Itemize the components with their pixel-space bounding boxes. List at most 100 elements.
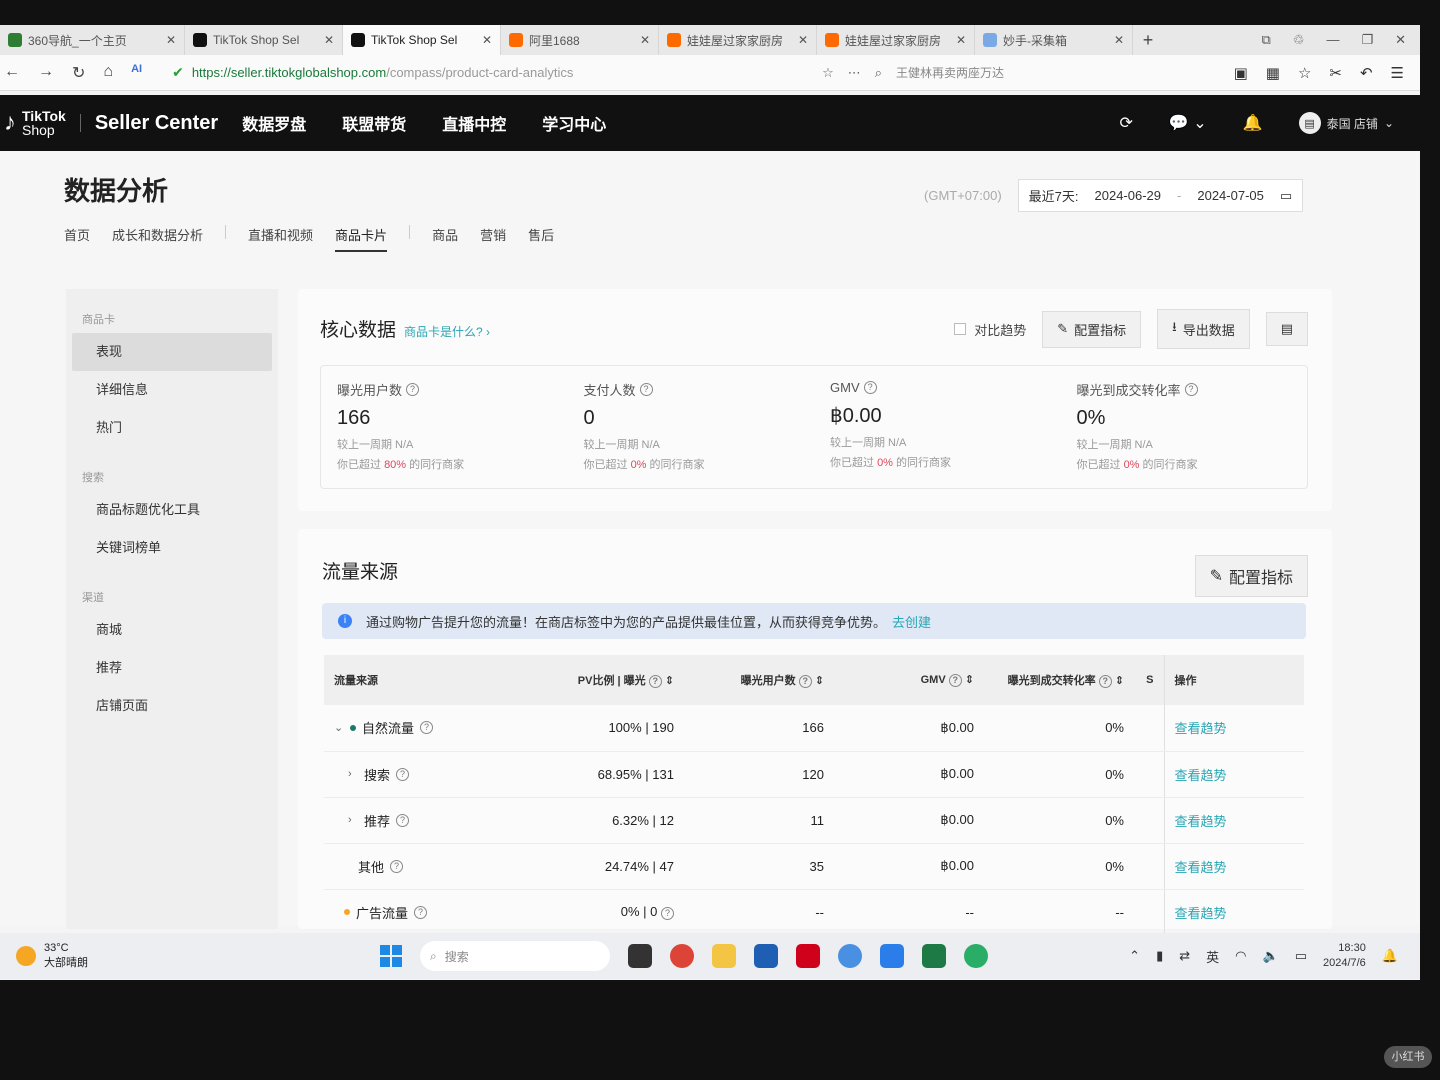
app-icon[interactable]: [880, 944, 904, 968]
source-name[interactable]: › 搜索?: [348, 765, 410, 784]
excel-icon[interactable]: [922, 944, 946, 968]
metric-conversion-rate[interactable]: 曝光到成交转化率? 0% 较上一周期 N/A 你已超过 0% 的同行商家: [1061, 366, 1308, 488]
col-gmv[interactable]: GMV ? ⇕: [834, 655, 984, 705]
minimize-icon[interactable]: —: [1326, 32, 1339, 48]
new-tab-button[interactable]: +: [1133, 30, 1163, 51]
subnav-product[interactable]: 商品: [432, 225, 458, 252]
sort-icon[interactable]: ⇕: [1115, 675, 1124, 687]
question-icon[interactable]: ?: [406, 383, 420, 396]
col-cvr[interactable]: 曝光到成交转化率 ? ⇕: [984, 655, 1134, 705]
subnav-marketing[interactable]: 营销: [480, 225, 506, 252]
browser-tab[interactable]: TikTok Shop Sel ✕: [185, 25, 343, 55]
question-icon[interactable]: ?: [639, 383, 653, 396]
seller-center-title[interactable]: Seller Center: [95, 112, 218, 135]
tray-app-icon[interactable]: ▮: [1156, 948, 1163, 964]
browser-tab[interactable]: 娃娃屋过家家厨房 ✕: [659, 25, 817, 55]
col-users[interactable]: 曝光用户数 ? ⇕: [684, 655, 834, 705]
browser-tab[interactable]: 阿里1688 ✕: [501, 25, 659, 55]
cut-icon[interactable]: ✂: [1329, 64, 1342, 82]
url-field[interactable]: ✔ https://seller.tiktokglobalshop.com/co…: [172, 64, 792, 81]
compare-trend-checkbox[interactable]: 对比趋势: [954, 320, 1026, 339]
view-trend-link[interactable]: 查看趋势: [1163, 797, 1304, 844]
wifi-icon[interactable]: ◠: [1235, 948, 1246, 964]
undo-icon[interactable]: ↶: [1360, 64, 1373, 82]
notification-bell-icon[interactable]: 🔔: [1382, 948, 1398, 964]
close-tab-icon[interactable]: ✕: [798, 33, 808, 47]
close-window-icon[interactable]: ✕: [1395, 32, 1406, 48]
clock[interactable]: 18:30 2024/7/6: [1323, 941, 1366, 971]
expand-icon[interactable]: ⌄: [334, 721, 344, 734]
date-range-picker[interactable]: 最近7天: 2024-06-29 - 2024-07-05 ▭: [1017, 179, 1304, 212]
ime-indicator[interactable]: 英: [1206, 947, 1219, 966]
taskbar-search[interactable]: ⌕ 搜索: [420, 941, 610, 971]
close-tab-icon[interactable]: ✕: [1114, 33, 1124, 47]
view-trend-link[interactable]: 查看趋势: [1163, 705, 1304, 752]
bell-icon[interactable]: 🔔: [1243, 113, 1263, 133]
sort-icon[interactable]: ⇕: [665, 675, 674, 687]
metric-paying-users[interactable]: 支付人数? 0 较上一周期 N/A 你已超过 0% 的同行商家: [568, 366, 815, 488]
question-icon[interactable]: ?: [1184, 383, 1198, 396]
file-explorer-icon[interactable]: [712, 944, 736, 968]
question-icon[interactable]: ?: [798, 675, 812, 688]
tab-list-icon[interactable]: ⧉: [1261, 32, 1270, 48]
product-card-help-link[interactable]: 商品卡是什么? ›: [404, 323, 490, 340]
screenshot-icon[interactable]: ▣: [1234, 64, 1248, 82]
question-icon[interactable]: ?: [1098, 675, 1112, 688]
expand-icon[interactable]: ›: [348, 814, 358, 826]
question-icon[interactable]: ?: [863, 381, 877, 394]
shirt-icon[interactable]: ♲: [1293, 32, 1305, 48]
sidebar-item-details[interactable]: 详细信息: [66, 371, 278, 409]
windows-start-icon[interactable]: [380, 945, 402, 967]
close-tab-icon[interactable]: ✕: [640, 33, 650, 47]
metric-gmv[interactable]: GMV? ฿0.00 较上一周期 N/A 你已超过 0% 的同行商家: [814, 366, 1061, 488]
expand-icon[interactable]: ›: [348, 768, 358, 780]
sidebar-item-mall[interactable]: 商城: [66, 611, 278, 649]
reload-icon[interactable]: ↻: [72, 63, 85, 83]
search-hint[interactable]: 王健林再卖两座万达: [896, 64, 1004, 81]
chevron-up-icon[interactable]: ⌃: [1129, 948, 1140, 964]
ai-icon[interactable]: AI: [131, 63, 142, 83]
sidebar-item-recommend[interactable]: 推荐: [66, 649, 278, 687]
nav-live-control[interactable]: 直播中控: [442, 111, 506, 135]
switch-icon[interactable]: ⇄: [1179, 948, 1190, 964]
subnav-home[interactable]: 首页: [64, 225, 90, 252]
huawei-app-icon[interactable]: [796, 944, 820, 968]
nav-learning-center[interactable]: 学习中心: [542, 111, 606, 135]
browser-tab[interactable]: 妙手-采集箱 ✕: [975, 25, 1133, 55]
view-trend-link[interactable]: 查看趋势: [1163, 751, 1304, 798]
config-metrics-button[interactable]: ✎ 配置指标: [1042, 310, 1142, 348]
close-tab-icon[interactable]: ✕: [482, 33, 492, 47]
export-data-button[interactable]: ⭳ 导出数据: [1157, 309, 1250, 349]
star-icon[interactable]: ☆: [822, 65, 834, 81]
traffic-config-button[interactable]: ✎ 配置指标: [1194, 555, 1308, 597]
question-icon[interactable]: ?: [648, 675, 662, 688]
question-icon[interactable]: ?: [396, 767, 410, 781]
metric-exposure-users[interactable]: 曝光用户数? 166 较上一周期 N/A 你已超过 80% 的同行商家: [321, 366, 568, 488]
view-trend-link[interactable]: 查看趋势: [1163, 843, 1304, 890]
battery-icon[interactable]: ▭: [1295, 948, 1307, 964]
subnav-growth[interactable]: 成长和数据分析: [112, 225, 203, 252]
sidebar-item-shop-page[interactable]: 店铺页面: [66, 687, 278, 725]
apps-icon[interactable]: ▦: [1266, 64, 1280, 82]
close-tab-icon[interactable]: ✕: [956, 33, 966, 47]
nav-affiliate[interactable]: 联盟带货: [342, 111, 406, 135]
close-tab-icon[interactable]: ✕: [166, 33, 176, 47]
question-icon[interactable]: ?: [414, 905, 428, 919]
back-icon[interactable]: ←: [4, 63, 20, 83]
favorites-icon[interactable]: ☆: [1298, 64, 1311, 82]
question-icon[interactable]: ?: [661, 907, 674, 920]
refresh-icon[interactable]: ⟳: [1119, 113, 1132, 133]
weather-widget[interactable]: 33°C 大部晴朗: [0, 941, 380, 971]
subnav-after-sales[interactable]: 售后: [528, 225, 554, 252]
sidebar-item-keyword-ranking[interactable]: 关键词榜单: [66, 529, 278, 567]
chat-icon[interactable]: 💬 ⌄: [1169, 113, 1207, 133]
more-icon[interactable]: ⋯: [848, 65, 861, 81]
sidebar-item-performance[interactable]: 表现: [72, 333, 272, 371]
sort-icon[interactable]: ⇕: [965, 674, 974, 686]
forward-icon[interactable]: →: [38, 63, 54, 83]
view-trend-link[interactable]: 查看趋势: [1163, 889, 1304, 936]
sidebar-item-popular[interactable]: 热门: [66, 409, 278, 447]
close-tab-icon[interactable]: ✕: [324, 33, 334, 47]
sidebar-item-title-optimizer[interactable]: 商品标题优化工具: [66, 491, 278, 529]
search-icon[interactable]: ⌕: [875, 65, 882, 81]
